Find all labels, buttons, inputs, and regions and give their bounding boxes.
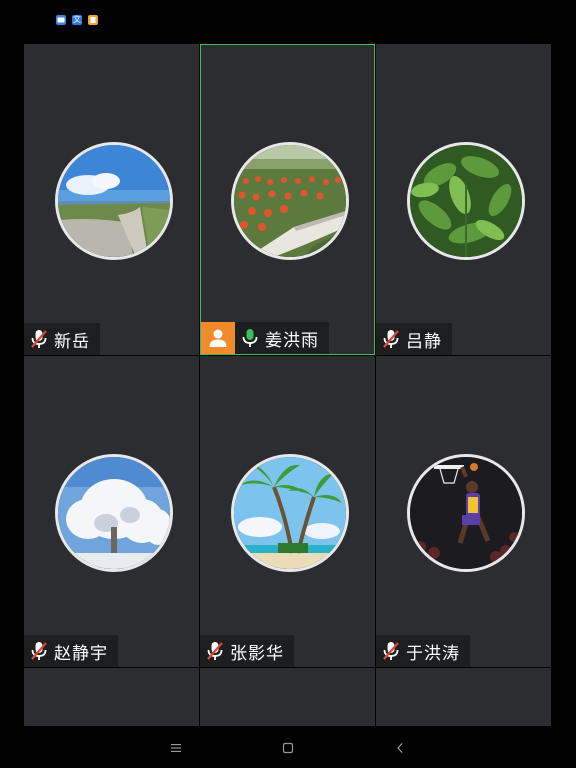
participant-tile-active[interactable]: 姜洪雨 [200,44,375,355]
back-icon [397,743,403,753]
participant-tile-partial[interactable] [200,668,375,726]
video-conference-screen: 文 新岳 姜洪雨 吕静 赵静宇 张影华 于洪涛 [0,0,576,768]
participant-name: 姜洪雨 [265,330,319,351]
home-button[interactable] [232,742,344,754]
mic-on-icon [235,322,265,354]
home-icon [282,742,294,754]
avatar [54,142,173,260]
avatar [230,142,349,260]
participant-tile[interactable]: 赵静宇 [24,356,199,667]
mic-muted-icon [24,635,54,667]
participant-name-tag: 新岳 [24,323,100,355]
chat-app-icon [56,15,66,25]
files-app-icon [88,15,98,25]
mic-muted-icon [376,323,406,355]
participant-name: 赵静宇 [54,643,108,664]
participant-tile-partial[interactable] [376,668,551,726]
avatar [230,454,349,572]
avatar [406,142,525,260]
menu-icon [171,744,181,752]
mic-muted-icon [24,323,54,355]
participant-tile[interactable]: 于洪涛 [376,356,551,667]
participant-tile[interactable]: 新岳 [24,44,199,355]
avatar [54,454,173,572]
participant-name-tag: 于洪涛 [376,635,470,667]
participant-name-tag: 张影华 [200,635,294,667]
status-bar: 文 [0,0,576,40]
participant-name-tag: 吕静 [376,323,452,355]
participant-name: 于洪涛 [406,643,460,664]
translate-app-icon: 文 [72,15,82,25]
menu-button[interactable] [120,743,232,753]
participant-tile-partial[interactable] [24,668,199,726]
avatar [406,454,525,572]
participant-tile[interactable]: 张影华 [200,356,375,667]
participant-name: 张影华 [230,643,284,664]
participant-name-tag: 赵静宇 [24,635,118,667]
participant-name: 吕静 [406,331,442,352]
host-badge-icon [201,322,235,354]
mic-muted-icon [200,635,230,667]
participant-name: 新岳 [54,331,90,352]
back-button[interactable] [344,742,456,754]
participant-tile[interactable]: 吕静 [376,44,551,355]
system-nav-bar [0,728,576,768]
participant-grid: 新岳 姜洪雨 吕静 赵静宇 张影华 于洪涛 [24,44,551,728]
mic-muted-icon [376,635,406,667]
participant-name-tag: 姜洪雨 [201,322,329,354]
